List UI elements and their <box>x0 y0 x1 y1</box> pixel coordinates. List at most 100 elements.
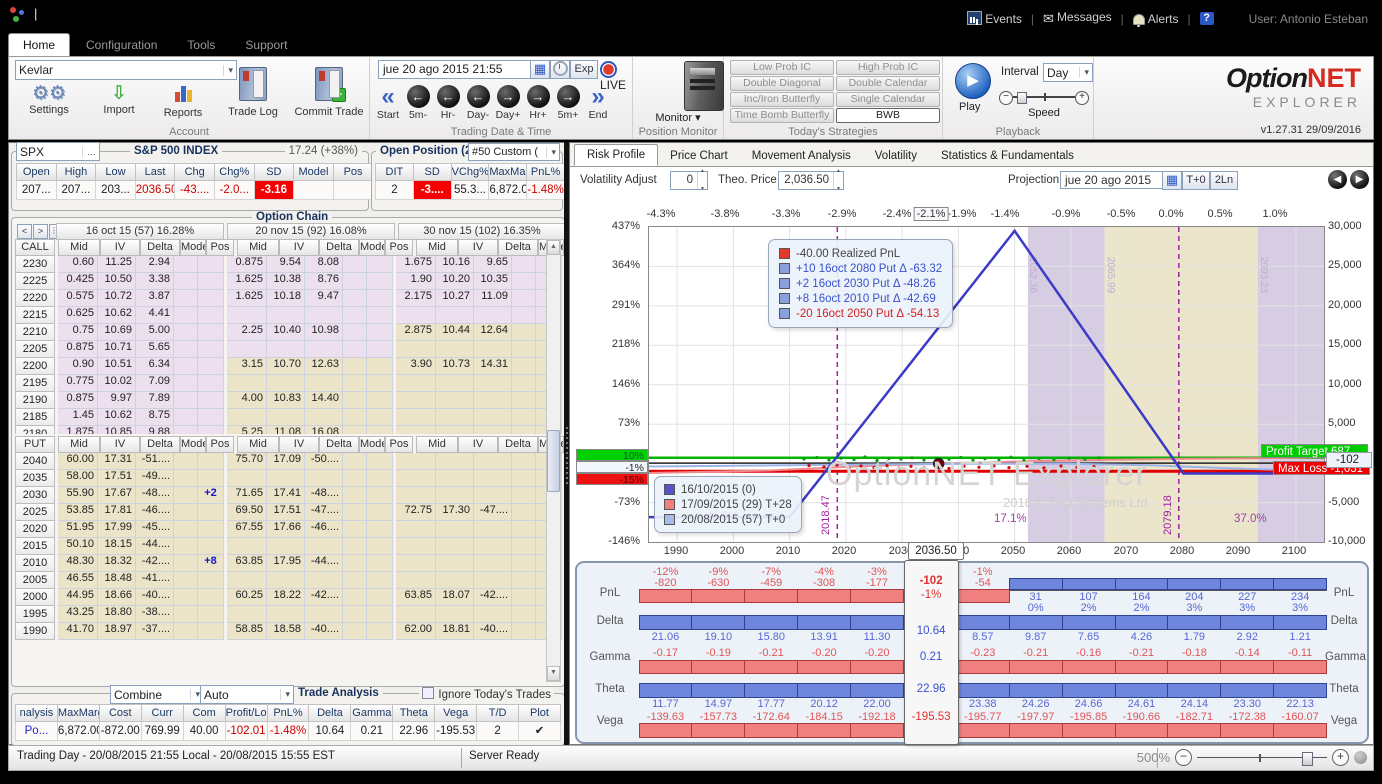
pos-header[interactable]: Pos <box>206 239 234 256</box>
trade-analysis-header-cell[interactable]: Com <box>184 704 226 722</box>
strategy-button[interactable]: Time Bomb Butterfly <box>730 108 834 123</box>
index-header-cell[interactable]: Pos <box>334 163 374 181</box>
time-nav-button[interactable]: » End <box>584 85 612 121</box>
trade-analysis-header-cell[interactable]: Vega <box>435 704 477 722</box>
mode-header[interactable]: Mode <box>359 239 385 256</box>
trade-analysis-header-cell[interactable]: Cost <box>100 704 142 722</box>
trade-analysis-header-cell[interactable]: Profit/Loss <box>226 704 268 722</box>
chain-prev-button[interactable]: < <box>17 224 32 239</box>
option-row[interactable]: 2020 51.9517.99-45.... 67.5517.66-46.... <box>15 521 562 538</box>
position-selector[interactable]: #50 Custom (▾ <box>468 143 560 161</box>
pos-header[interactable]: Pos <box>385 239 413 256</box>
analysis-tab[interactable]: Statistics & Fundamentals <box>929 146 1086 166</box>
trade-analysis-header-cell[interactable]: Theta <box>393 704 435 722</box>
position-legend[interactable]: -40.00 Realized PnL +10 16oct 2080 Put Δ… <box>768 239 953 328</box>
ribbon-tab[interactable]: Configuration <box>72 34 171 56</box>
trade-analysis-header-cell[interactable]: MaxMargin <box>58 704 100 722</box>
option-row[interactable]: 2000 44.9518.66-40.... 60.2518.22-42....… <box>15 589 562 606</box>
trade-analysis-header-cell[interactable]: PnL% <box>268 704 310 722</box>
projection-date-input[interactable]: jue 20 ago 2015 <box>1060 171 1166 189</box>
symbol-input[interactable]: SPX… <box>16 142 100 161</box>
strike-cell[interactable]: 2000 <box>15 589 55 606</box>
time-nav-button[interactable]: → 5m+ <box>554 85 582 121</box>
strategy-button[interactable]: Low Prob IC <box>730 60 834 75</box>
strike-cell[interactable]: 2180 <box>15 426 55 434</box>
iv-header[interactable]: IV <box>279 436 319 453</box>
delta-header[interactable]: Delta <box>319 239 359 256</box>
zoom-out-button[interactable]: − <box>1175 749 1192 766</box>
strike-cell[interactable]: 2035 <box>15 470 55 487</box>
trade-analysis-header-cell[interactable]: nalysis <box>15 704 58 722</box>
mode-header[interactable]: Mode <box>180 436 206 453</box>
commit-trade-button[interactable]: + Commit Trade <box>293 67 365 118</box>
position-header-cell[interactable]: DIT <box>375 163 414 181</box>
speed-slider[interactable]: − + <box>999 91 1089 103</box>
chain-scrollbar[interactable]: ▲ ▼ <box>546 239 561 682</box>
index-header-cell[interactable]: Model <box>294 163 334 181</box>
help-button[interactable]: ? <box>1200 12 1214 25</box>
play-button[interactable]: ▶ <box>955 63 991 99</box>
strike-cell[interactable]: 2225 <box>15 273 55 290</box>
option-row[interactable]: 2185 1.4510.628.75 <box>15 409 562 426</box>
zoom-slider[interactable] <box>1197 751 1327 765</box>
alerts-button[interactable]: Alerts <box>1133 12 1179 26</box>
trade-analysis-header-cell[interactable]: Delta <box>309 704 351 722</box>
projection-next-button[interactable]: ▶ <box>1350 170 1369 189</box>
strike-cell[interactable]: 2220 <box>15 290 55 307</box>
scroll-down-arrow[interactable]: ▼ <box>547 666 560 681</box>
trade-analysis-header-cell[interactable]: Gamma <box>351 704 393 722</box>
strike-cell[interactable]: 2040 <box>15 453 55 470</box>
strike-cell[interactable]: 2200 <box>15 358 55 375</box>
projection-prev-button[interactable]: ◀ <box>1328 170 1347 189</box>
speed-minus-button[interactable]: − <box>999 91 1013 105</box>
position-header-cell[interactable]: VChg% <box>452 163 490 181</box>
index-header-cell[interactable]: Open <box>16 163 57 181</box>
speed-slider-thumb[interactable] <box>1017 92 1027 104</box>
expiry-header[interactable]: 30 nov 15 (102) 16.35% <box>398 223 566 240</box>
greeks-column[interactable]: 204 3% 1.79 -0.18 24.14 -182.71 <box>1168 563 1221 742</box>
auto-select[interactable]: Auto▾ <box>200 685 294 704</box>
chain-next-button[interactable]: > <box>33 224 48 239</box>
delta-header[interactable]: Delta <box>140 436 180 453</box>
strike-cell[interactable]: 2190 <box>15 392 55 409</box>
option-row[interactable]: 2230 0.6011.252.94 0.8759.548.08 1.67510… <box>15 256 562 273</box>
time-nav-button[interactable]: → Day+ <box>494 85 522 121</box>
analysis-tab[interactable]: Movement Analysis <box>740 146 863 166</box>
trading-datetime-input[interactable]: jue 20 ago 2015 21:55 <box>378 60 532 79</box>
analysis-tab[interactable]: Risk Profile <box>574 144 658 166</box>
mid-header[interactable]: Mid <box>237 436 279 453</box>
pos-header[interactable]: Pos <box>206 436 234 453</box>
strike-cell[interactable]: 2015 <box>15 538 55 555</box>
position-header-cell[interactable]: SD <box>414 163 452 181</box>
trade-log-button[interactable]: Trade Log <box>221 67 285 118</box>
strike-cell[interactable]: 2205 <box>15 341 55 358</box>
greeks-column[interactable]: 107 2% 7.65 -0.16 24.66 -195.85 <box>1062 563 1115 742</box>
iv-header[interactable]: IV <box>100 436 140 453</box>
delta-header[interactable]: Delta <box>319 436 359 453</box>
spinner-arrows-icon[interactable]: ▲▼ <box>697 172 707 189</box>
ellipsis-button[interactable]: … <box>82 147 96 157</box>
strike-cell[interactable]: 2210 <box>15 324 55 341</box>
strategy-button[interactable]: Double Calendar <box>836 76 940 91</box>
greeks-column[interactable]: -1% -54 8.57 -0.23 23.38 -195.77 <box>956 563 1009 742</box>
strike-cell[interactable]: 1990 <box>15 623 55 640</box>
option-row[interactable]: 2220 0.57510.723.87 1.62510.189.47 2.175… <box>15 290 562 307</box>
events-button[interactable]: Events <box>967 11 1022 26</box>
trade-analysis-header-cell[interactable]: Plot <box>519 704 561 722</box>
analysis-tab[interactable]: Volatility <box>863 146 929 166</box>
mid-header[interactable]: Mid <box>416 436 458 453</box>
greeks-column[interactable]: -12% -820 21.06 -0.17 11.77 -139.63 <box>639 563 692 742</box>
strike-cell[interactable]: 2020 <box>15 521 55 538</box>
strike-cell[interactable]: 2025 <box>15 504 55 521</box>
scroll-up-arrow[interactable]: ▲ <box>547 240 560 255</box>
combine-select[interactable]: Combine▾ <box>110 685 204 704</box>
index-header-cell[interactable]: Chg <box>175 163 215 181</box>
index-header-cell[interactable]: SD <box>255 163 295 181</box>
mid-header[interactable]: Mid <box>416 239 458 256</box>
strategy-button[interactable]: BWB <box>836 108 940 123</box>
option-row[interactable]: 2210 0.7510.695.00 2.2510.4010.98 2.8751… <box>15 324 562 341</box>
delta-header[interactable]: Delta <box>498 436 538 453</box>
pos-header[interactable]: Pos <box>385 436 413 453</box>
settings-button[interactable]: ⚙⚙Settings <box>23 84 75 116</box>
ribbon-tab[interactable]: Support <box>231 34 301 56</box>
